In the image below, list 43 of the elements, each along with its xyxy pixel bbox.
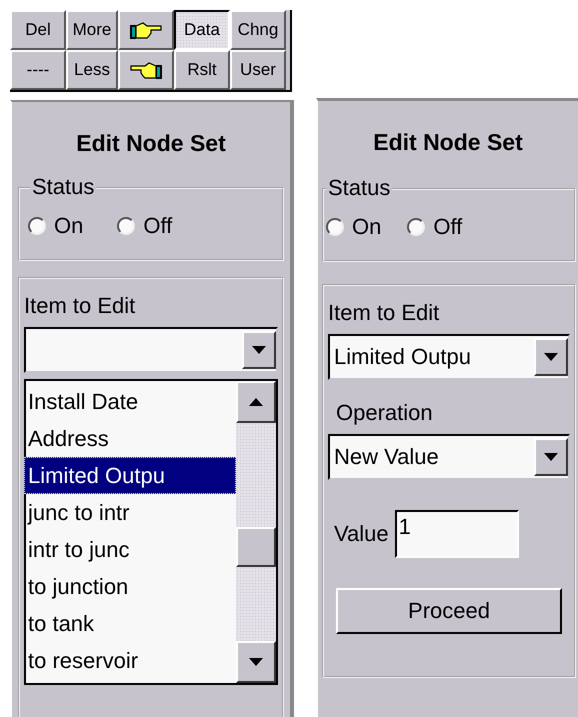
list-item[interactable]: Limited Outpu: [24, 457, 236, 494]
radio-option[interactable]: On: [326, 214, 382, 240]
radio-icon[interactable]: [117, 217, 136, 235]
radio-icon[interactable]: [326, 218, 344, 236]
field-label: Operation: [336, 400, 433, 426]
radio-option[interactable]: Off: [117, 213, 172, 239]
radio-icon[interactable]: [28, 217, 46, 235]
list-item[interactable]: to reservoir: [24, 642, 236, 679]
pointing-hand-icon: [129, 20, 163, 40]
radio-option[interactable]: Off: [407, 214, 462, 240]
list-item[interactable]: Address: [24, 420, 236, 457]
item-dropdown[interactable]: Limited Outpu: [328, 334, 570, 380]
value-field[interactable]: 1: [394, 510, 519, 558]
list-item[interactable]: intr to junc: [24, 531, 236, 568]
radio-icon[interactable]: [407, 218, 426, 236]
toolbar-button[interactable]: Rslt: [174, 50, 230, 90]
toolbar-button[interactable]: Chng: [230, 10, 286, 50]
scroll-up-icon[interactable]: [236, 381, 276, 423]
field-label: Item to Edit: [24, 293, 136, 319]
pointing-hand-icon: [129, 60, 163, 80]
item-dropdown[interactable]: [24, 327, 278, 373]
toolbar-button[interactable]: Data: [174, 10, 230, 50]
operation-dropdown[interactable]: New Value: [328, 434, 570, 480]
scrollbar[interactable]: [236, 381, 276, 683]
toolbar-button[interactable]: Del: [10, 10, 66, 50]
field-label: Value: [334, 521, 389, 547]
proceed-button[interactable]: Proceed: [336, 588, 562, 634]
panel-title: Edit Node Set: [373, 129, 523, 156]
toolbar-button[interactable]: User: [230, 50, 286, 90]
field-label: Item to Edit: [328, 300, 440, 326]
list-item[interactable]: to junction: [24, 568, 236, 605]
list-item[interactable]: junc to intr: [24, 494, 236, 531]
scroll-thumb[interactable]: [236, 527, 276, 567]
toolbar-button[interactable]: More: [66, 10, 118, 50]
hand-button[interactable]: [118, 50, 174, 90]
toolbar-button[interactable]: Less: [66, 50, 118, 90]
radio-option[interactable]: On: [28, 213, 84, 239]
panel-title: Edit Node Set: [76, 130, 226, 157]
hand-button[interactable]: [118, 10, 174, 50]
toolbar-button[interactable]: ----: [10, 50, 66, 90]
scroll-down-icon[interactable]: [236, 641, 276, 683]
list-item[interactable]: to tank: [24, 605, 236, 642]
list-item[interactable]: Install Date: [24, 383, 236, 420]
